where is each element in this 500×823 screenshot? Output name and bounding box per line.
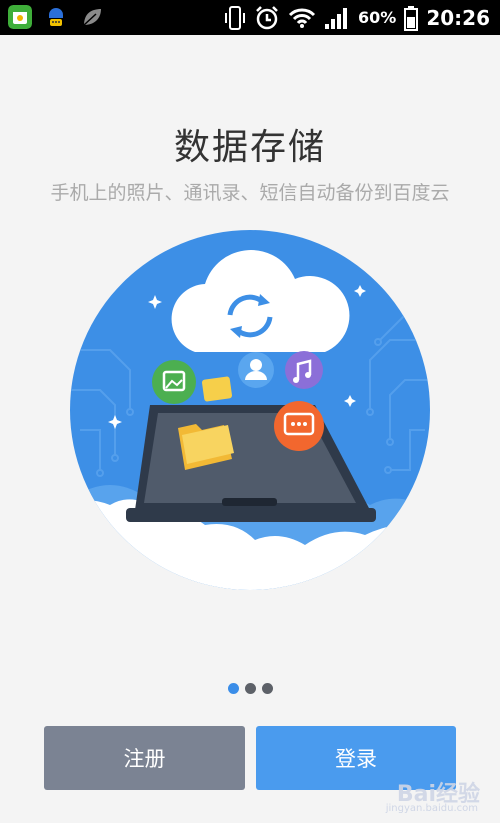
contact-icon xyxy=(238,352,274,388)
battery-percent: 60% xyxy=(358,8,397,27)
app-shield-icon xyxy=(8,5,32,29)
page-indicator xyxy=(0,683,500,694)
alarm-icon xyxy=(256,5,278,29)
photo-icon xyxy=(152,360,196,404)
message-icon xyxy=(274,401,324,451)
system-icons: 60% 20:26 xyxy=(224,0,490,35)
leaf-icon xyxy=(83,9,101,26)
status-bar: 60% 20:26 xyxy=(0,0,500,35)
music-icon xyxy=(285,351,323,389)
page-dot-2[interactable] xyxy=(244,683,256,694)
watermark-url: jingyan.baidu.com xyxy=(385,803,478,814)
qq-chat-icon xyxy=(49,8,63,26)
page-dot-3[interactable] xyxy=(261,683,273,694)
register-button[interactable]: 注册 xyxy=(44,726,245,790)
page-dot-1[interactable] xyxy=(227,683,239,694)
wifi-icon xyxy=(288,8,316,28)
battery-icon xyxy=(404,5,419,31)
vibrate-icon xyxy=(225,5,246,30)
notification-icons xyxy=(8,5,104,29)
page-title: 数据存储 xyxy=(173,127,326,168)
signal-icon xyxy=(325,7,348,29)
clock: 20:26 xyxy=(426,5,490,30)
small-folder-icon xyxy=(201,376,233,402)
cloud-storage-illustration xyxy=(70,230,430,590)
page-subtitle: 手机上的照片、通讯录、短信自动备份到百度云 xyxy=(50,182,450,204)
